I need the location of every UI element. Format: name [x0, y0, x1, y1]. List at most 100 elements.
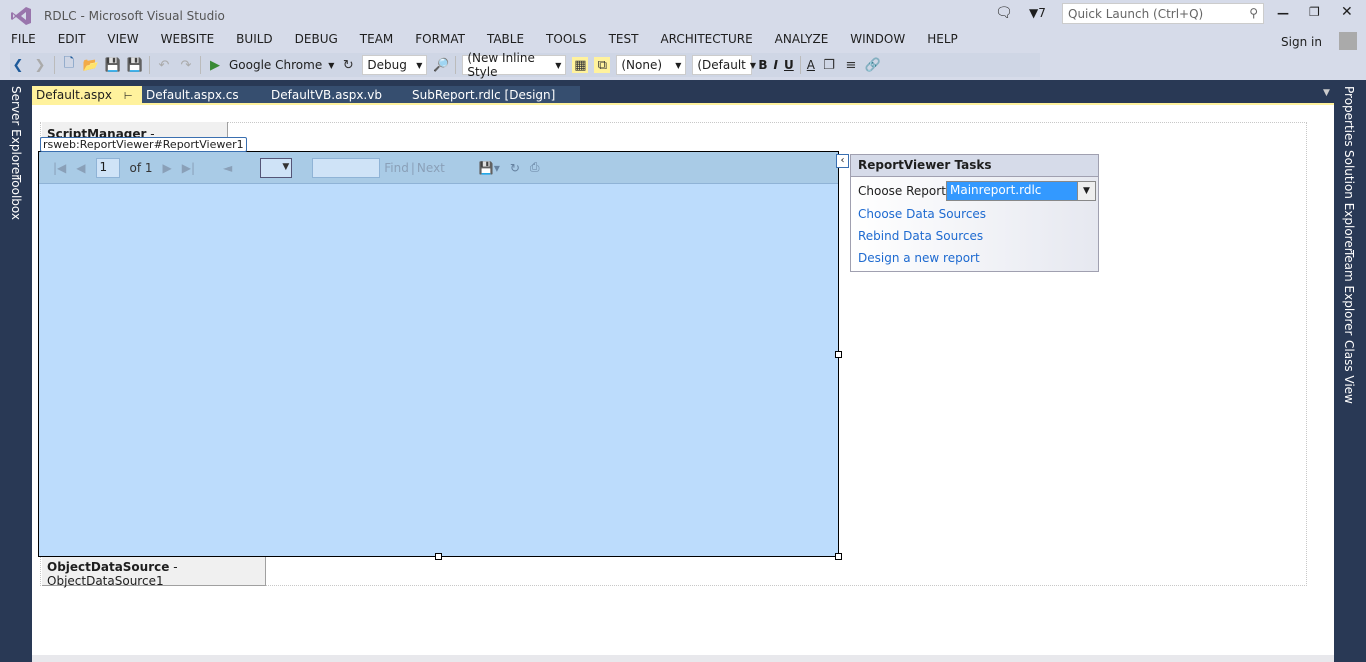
- tab-defaultvb-aspx-vb[interactable]: DefaultVB.aspx.vb: [267, 86, 408, 104]
- print-icon[interactable]: ⎙: [530, 160, 540, 175]
- choose-data-sources-link[interactable]: Choose Data Sources: [858, 207, 1098, 229]
- menu-format[interactable]: FORMAT: [415, 32, 465, 52]
- back-icon[interactable]: ❮: [10, 57, 26, 73]
- quick-launch-placeholder: Quick Launch (Ctrl+Q): [1068, 7, 1204, 21]
- menu-debug[interactable]: DEBUG: [295, 32, 338, 52]
- document-tabs: Default.aspx ⊢ ✕ Default.aspx.cs Default…: [32, 86, 580, 116]
- standard-toolbar: ❮ ❯ 🗋 📂 💾 💾 ↶ ↷ ▶ Google Chrome ▼ ↻ Debug…: [10, 51, 1040, 79]
- find-next-link[interactable]: Next: [417, 161, 445, 175]
- new-project-icon[interactable]: 🗋: [61, 56, 77, 73]
- pin-icon[interactable]: ⊢: [124, 91, 133, 102]
- run-target-button[interactable]: Google Chrome: [229, 58, 322, 72]
- italic-button[interactable]: I: [774, 58, 778, 72]
- next-page-icon[interactable]: ▶: [163, 161, 172, 175]
- close-button[interactable]: ✕: [1341, 4, 1353, 20]
- quick-launch-input[interactable]: Quick Launch (Ctrl+Q) ⚲: [1062, 3, 1264, 24]
- previous-page-icon[interactable]: ◀: [76, 161, 85, 175]
- save-all-icon[interactable]: 💾: [127, 57, 143, 73]
- menu-test[interactable]: TEST: [609, 32, 639, 52]
- tab-default-aspx[interactable]: Default.aspx ⊢ ✕: [32, 86, 142, 116]
- open-file-icon[interactable]: 📂: [83, 57, 99, 73]
- smart-tag-collapse-button[interactable]: ‹: [836, 154, 849, 168]
- horizontal-scrollbar[interactable]: [32, 655, 1334, 662]
- tab-label: Default.aspx: [36, 88, 112, 102]
- menu-file[interactable]: FILE: [11, 32, 36, 52]
- minimize-button[interactable]: —: [1277, 6, 1289, 20]
- target-rule-select[interactable]: (None) ▼: [616, 55, 687, 75]
- chevron-down-icon: ▼: [282, 161, 290, 172]
- separator: [799, 56, 801, 74]
- choose-report-label: Choose Report: [858, 184, 946, 198]
- server-explorer-tab[interactable]: Server Explorer: [9, 86, 23, 179]
- show-borders-icon[interactable]: ▦: [572, 57, 589, 73]
- find-link[interactable]: Find: [384, 161, 409, 175]
- page-number-input[interactable]: 1: [95, 157, 120, 178]
- zoom-select[interactable]: ▼: [260, 157, 293, 178]
- target-rule-value: (None): [621, 58, 663, 72]
- notifications-button[interactable]: ▼7: [1029, 6, 1046, 20]
- object-data-source-control[interactable]: ObjectDataSource - ObjectDataSource1: [42, 557, 266, 588]
- style-select[interactable]: (New Inline Style ▼: [462, 51, 567, 79]
- chevron-down-icon: ▼: [416, 60, 423, 70]
- font-select[interactable]: (Default ▼: [692, 55, 756, 75]
- absolute-position-icon[interactable]: ⧉: [594, 57, 611, 73]
- configuration-select[interactable]: Debug ▼: [362, 55, 428, 75]
- menu-team[interactable]: TEAM: [360, 32, 393, 52]
- menu-tools[interactable]: TOOLS: [546, 32, 587, 52]
- find-icon[interactable]: 🔎: [433, 57, 449, 73]
- class-view-tab[interactable]: Class View: [1342, 340, 1356, 404]
- resize-handle-bottom[interactable]: [435, 553, 442, 560]
- feedback-icon[interactable]: 🗨: [995, 5, 1013, 21]
- font-color-button[interactable]: A: [807, 58, 815, 72]
- resize-handle-right[interactable]: [835, 351, 842, 358]
- rebind-data-sources-link[interactable]: Rebind Data Sources: [858, 229, 1098, 251]
- first-page-icon[interactable]: |◀: [53, 161, 66, 175]
- choose-report-select[interactable]: Mainreport.rdlc ▼: [946, 181, 1096, 201]
- align-icon[interactable]: ≡: [843, 57, 859, 73]
- start-icon[interactable]: ▶: [207, 57, 223, 73]
- title-bar: RDLC - Microsoft Visual Studio 🗨 ▼7 Quic…: [0, 0, 1366, 30]
- team-explorer-tab[interactable]: Team Explorer: [1342, 250, 1356, 336]
- chevron-down-icon[interactable]: ▼: [328, 61, 334, 70]
- menu-bar: FILE EDIT VIEW WEBSITE BUILD DEBUG TEAM FORMAT T…: [0, 32, 969, 52]
- find-separator: |: [410, 160, 415, 175]
- tab-overflow-icon[interactable]: ▼: [1323, 88, 1330, 98]
- forward-icon[interactable]: ❯: [32, 57, 48, 73]
- last-page-icon[interactable]: ▶|: [182, 161, 195, 175]
- back-to-parent-icon[interactable]: ◄: [223, 161, 232, 175]
- menu-build[interactable]: BUILD: [236, 32, 272, 52]
- bold-button[interactable]: B: [758, 58, 767, 72]
- export-icon[interactable]: 💾▾: [479, 161, 500, 175]
- menu-table[interactable]: TABLE: [487, 32, 524, 52]
- menu-edit[interactable]: EDIT: [58, 32, 86, 52]
- hyperlink-icon[interactable]: 🔗: [865, 57, 881, 73]
- properties-tab[interactable]: Properties: [1342, 86, 1356, 147]
- font-value: (Default: [697, 58, 746, 72]
- menu-help[interactable]: HELP: [927, 32, 958, 52]
- report-viewer-control[interactable]: |◀ ◀ 1 of 1 ▶ ▶| ◄ ▼ Find | Next 💾▾ ↻ ⎙: [38, 151, 839, 557]
- tab-default-aspx-cs[interactable]: Default.aspx.cs: [142, 86, 267, 104]
- tab-subreport-design[interactable]: SubReport.rdlc [Design]: [408, 86, 559, 104]
- redo-icon[interactable]: ↷: [178, 57, 194, 73]
- menu-architecture[interactable]: ARCHITECTURE: [660, 32, 752, 52]
- restore-button[interactable]: ❐: [1309, 5, 1320, 19]
- chevron-down-icon: ▼: [749, 60, 757, 70]
- background-color-icon[interactable]: ❐: [821, 57, 837, 73]
- avatar[interactable]: [1339, 32, 1357, 50]
- resize-handle-corner[interactable]: [835, 553, 842, 560]
- menu-window[interactable]: WINDOW: [850, 32, 905, 52]
- find-input[interactable]: [312, 157, 381, 178]
- underline-button[interactable]: U: [784, 58, 794, 72]
- menu-analyze[interactable]: ANALYZE: [775, 32, 829, 52]
- menu-website[interactable]: WEBSITE: [161, 32, 215, 52]
- refresh-icon[interactable]: ↻: [340, 57, 356, 73]
- toolbox-tab[interactable]: Toolbox: [9, 175, 23, 220]
- separator: [200, 56, 201, 74]
- undo-icon[interactable]: ↶: [156, 57, 172, 73]
- solution-explorer-tab[interactable]: Solution Explorer: [1342, 150, 1356, 253]
- sign-in-link[interactable]: Sign in: [1281, 35, 1322, 49]
- save-icon[interactable]: 💾: [105, 57, 121, 73]
- design-new-report-link[interactable]: Design a new report: [858, 251, 1098, 273]
- menu-view[interactable]: VIEW: [107, 32, 138, 52]
- refresh-icon[interactable]: ↻: [510, 161, 520, 175]
